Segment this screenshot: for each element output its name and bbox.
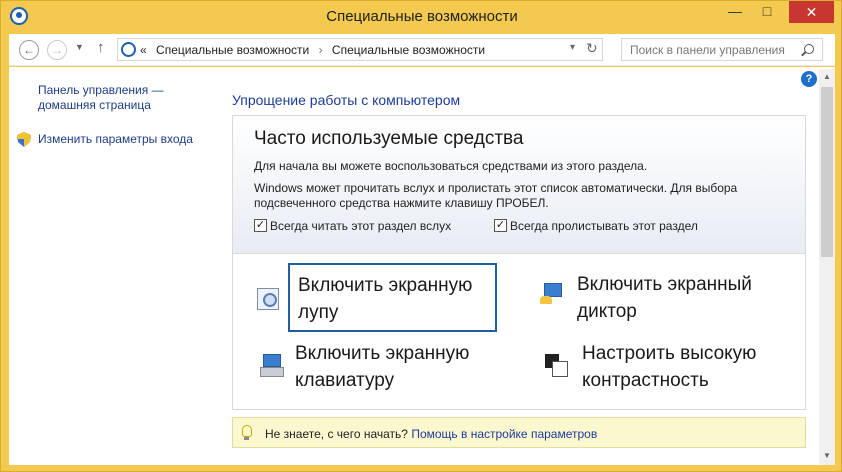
panel-description-text: Windows может прочитать вслух и пролиста… bbox=[254, 181, 738, 210]
search-icon[interactable] bbox=[804, 44, 814, 54]
vertical-scrollbar[interactable]: ▲ ▼ bbox=[819, 69, 835, 465]
narrator-icon[interactable] bbox=[540, 283, 562, 305]
control-panel-icon bbox=[121, 42, 136, 57]
scroll-up-icon[interactable]: ▲ bbox=[823, 72, 831, 81]
lightbulb-icon bbox=[242, 425, 252, 440]
breadcrumb-overflow[interactable]: « bbox=[140, 43, 147, 57]
common-tools-panel: Часто используемые средства Для начала в… bbox=[232, 115, 806, 410]
address-dropdown-icon[interactable]: ▾ bbox=[570, 42, 575, 53]
panel-title: Часто используемые средства bbox=[254, 128, 524, 149]
maximize-button[interactable]: □ bbox=[752, 1, 782, 23]
search-input[interactable]: Поиск в панели управления bbox=[621, 38, 823, 61]
help-icon[interactable]: ? bbox=[801, 71, 817, 87]
hint-text: Не знаете, с чего начать? Помощь в настр… bbox=[265, 427, 597, 441]
set-high-contrast-link[interactable]: Настроить высокую контрастность bbox=[582, 340, 782, 394]
refresh-icon[interactable]: ↻ bbox=[586, 40, 598, 57]
start-onscreen-keyboard-link[interactable]: Включить экранную клавиатуру bbox=[295, 340, 495, 394]
search-placeholder: Поиск в панели управления bbox=[630, 43, 785, 57]
control-panel-home-link[interactable]: Панель управления — домашняя страница bbox=[38, 83, 188, 113]
hint-question: Не знаете, с чего начать? bbox=[265, 427, 408, 441]
breadcrumb-item[interactable]: Специальные возможности bbox=[332, 43, 485, 57]
hint-bar: Не знаете, с чего начать? Помощь в настр… bbox=[232, 417, 806, 448]
contrast-icon[interactable] bbox=[545, 354, 568, 377]
close-button[interactable]: ✕ bbox=[789, 1, 834, 23]
keyboard-icon[interactable] bbox=[260, 354, 284, 377]
always-read-label[interactable]: Всегда читать этот раздел вслух bbox=[270, 219, 451, 233]
window-title: Специальные возможности bbox=[326, 8, 518, 25]
breadcrumb: « Специальные возможности › Специальные … bbox=[140, 43, 485, 57]
breadcrumb-separator-icon[interactable]: › bbox=[319, 43, 323, 57]
scroll-down-icon[interactable]: ▼ bbox=[823, 451, 831, 460]
window: Специальные возможности — □ ✕ ← → ▼ ↑ « … bbox=[0, 0, 842, 472]
title-bar: Специальные возможности — □ ✕ bbox=[1, 1, 842, 33]
always-read-checkbox[interactable]: ✓ bbox=[254, 219, 267, 232]
back-button[interactable]: ← bbox=[19, 40, 39, 60]
recent-pages-button[interactable]: ▼ bbox=[75, 42, 84, 52]
change-signin-settings-link[interactable]: Изменить параметры входа bbox=[38, 132, 193, 146]
start-narrator-link[interactable]: Включить экранный диктор bbox=[577, 271, 777, 325]
scrollbar-thumb[interactable] bbox=[821, 87, 833, 257]
up-button[interactable]: ↑ bbox=[97, 39, 105, 56]
panel-header: Часто используемые средства Для начала в… bbox=[233, 116, 805, 254]
minimize-button[interactable]: — bbox=[720, 1, 750, 23]
page-title: Упрощение работы с компьютером bbox=[232, 92, 461, 108]
breadcrumb-item[interactable]: Специальные возможности bbox=[156, 43, 309, 57]
magnifier-icon[interactable] bbox=[257, 288, 279, 310]
always-scan-label[interactable]: Всегда пролистывать этот раздел bbox=[510, 219, 698, 233]
navigation-bar: ← → ▼ ↑ « Специальные возможности › Спец… bbox=[9, 34, 835, 66]
content-area: Панель управления — домашняя страница Из… bbox=[9, 67, 835, 465]
forward-button[interactable]: → bbox=[47, 40, 67, 60]
panel-intro-text: Для начала вы можете воспользоваться сре… bbox=[254, 159, 648, 173]
settings-help-link[interactable]: Помощь в настройке параметров bbox=[411, 427, 597, 441]
address-bar[interactable]: « Специальные возможности › Специальные … bbox=[117, 38, 603, 61]
start-magnifier-link[interactable]: Включить экранную лупу bbox=[288, 263, 497, 332]
shield-icon bbox=[17, 132, 31, 147]
always-scan-checkbox[interactable]: ✓ bbox=[494, 219, 507, 232]
